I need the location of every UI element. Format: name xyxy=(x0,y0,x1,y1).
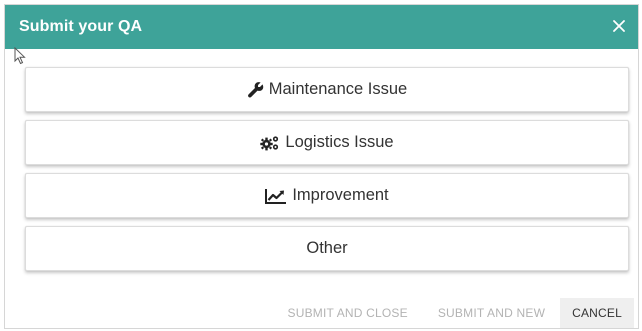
dialog-footer: SUBMIT AND CLOSE SUBMIT AND NEW CANCEL xyxy=(273,298,639,328)
qa-dialog: Submit your QA Maintenance Issue Logisti… xyxy=(4,4,639,329)
dialog-header: Submit your QA xyxy=(5,5,638,49)
mouse-cursor-icon xyxy=(14,47,26,65)
option-label: Logistics Issue xyxy=(285,133,394,151)
option-label: Maintenance Issue xyxy=(268,80,408,98)
close-icon xyxy=(613,20,625,32)
wrench-icon xyxy=(247,81,264,98)
logistics-issue-button[interactable]: Logistics Issue xyxy=(25,120,629,165)
option-label: Other xyxy=(306,239,348,257)
dialog-title: Submit your QA xyxy=(19,18,143,35)
gears-icon xyxy=(260,135,280,151)
option-label: Improvement xyxy=(292,186,389,204)
improvement-button[interactable]: Improvement xyxy=(25,173,629,218)
line-chart-icon xyxy=(265,188,287,204)
option-list: Maintenance Issue Logistics Issue Improv… xyxy=(25,67,629,279)
maintenance-issue-button[interactable]: Maintenance Issue xyxy=(25,67,629,112)
other-button[interactable]: Other xyxy=(25,226,629,271)
submit-and-new-button[interactable]: SUBMIT AND NEW xyxy=(423,298,560,328)
cancel-button[interactable]: CANCEL xyxy=(560,298,634,328)
close-button[interactable] xyxy=(608,15,630,37)
submit-and-close-button[interactable]: SUBMIT AND CLOSE xyxy=(273,298,423,328)
